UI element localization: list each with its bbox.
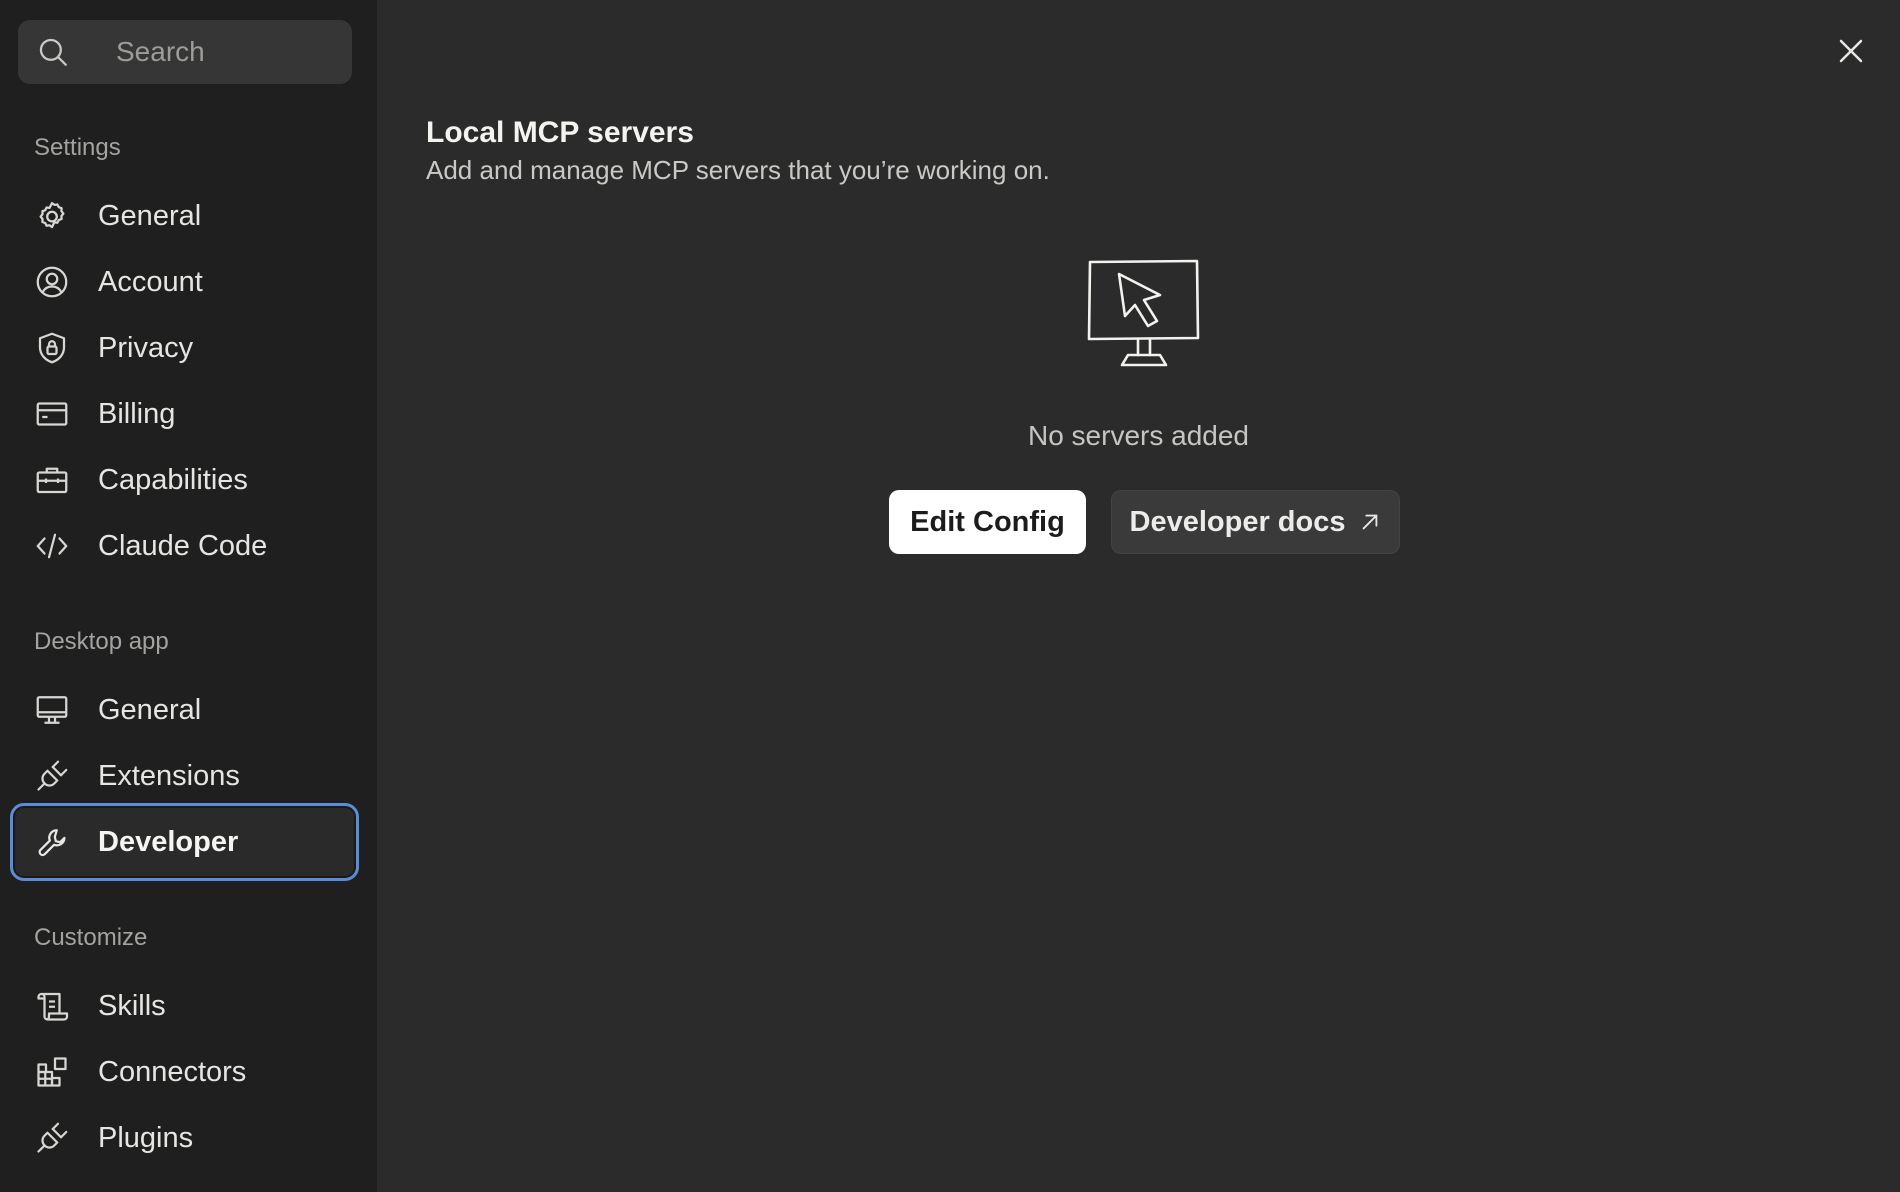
edit-config-label: Edit Config	[910, 505, 1065, 538]
search-box[interactable]	[18, 20, 352, 84]
sidebar-item-capabilities[interactable]: Capabilities	[14, 447, 358, 513]
sidebar-item-connectors[interactable]: Connectors	[14, 1039, 358, 1105]
section-label-settings: Settings	[34, 134, 121, 161]
sidebar-item-label: Connectors	[98, 1056, 247, 1088]
sidebar-item-skills[interactable]: Skills	[14, 973, 358, 1039]
sidebar-item-account[interactable]: Account	[14, 249, 358, 315]
wrench-icon	[38, 829, 66, 857]
sidebar-item-label: Skills	[98, 990, 166, 1022]
section-label-desktop-app: Desktop app	[34, 628, 169, 655]
close-icon[interactable]	[1836, 36, 1866, 66]
user-circle-icon	[36, 266, 68, 298]
credit-card-icon	[36, 402, 68, 426]
sidebar-item-label: Claude Code	[98, 530, 268, 562]
sidebar-item-privacy[interactable]: Privacy	[14, 315, 358, 381]
scroll-icon	[37, 992, 69, 1021]
sidebar-item-extensions[interactable]: Extensions	[14, 743, 358, 809]
section-label-customize: Customize	[34, 924, 148, 951]
developer-docs-button[interactable]: Developer docs	[1111, 490, 1400, 554]
sidebar-item-developer[interactable]: Developer	[10, 803, 359, 881]
sidebar-item-billing[interactable]: Billing	[14, 381, 358, 447]
sidebar-item-plugins[interactable]: Plugins	[14, 1105, 358, 1171]
plug-icon	[37, 1122, 68, 1153]
monitor-icon	[36, 696, 68, 724]
edit-config-button[interactable]: Edit Config	[889, 490, 1086, 554]
gear-icon	[39, 201, 65, 229]
empty-state-text: No servers added	[1027, 420, 1249, 451]
shield-lock-icon	[38, 332, 66, 364]
sidebar-item-desktop-general[interactable]: General	[14, 677, 358, 743]
sidebar-item-label: Account	[98, 266, 203, 298]
sidebar-item-label: Privacy	[98, 332, 194, 364]
code-icon	[36, 533, 68, 559]
blocks-icon	[37, 1057, 67, 1087]
plug-icon	[37, 760, 68, 791]
sidebar-item-label: Plugins	[98, 1122, 194, 1154]
briefcase-icon	[36, 467, 68, 494]
sidebar-item-label: General	[98, 200, 202, 232]
sidebar-item-general[interactable]: General	[14, 183, 358, 249]
page-title: Local MCP servers	[426, 116, 694, 149]
main-panel: Local MCP servers Add and manage MCP ser…	[377, 0, 1900, 1192]
developer-docs-label: Developer docs	[1129, 505, 1346, 538]
sidebar-item-label: Developer	[98, 826, 239, 858]
sidebar-item-label: Billing	[98, 398, 176, 430]
page-subtitle: Add and manage MCP servers that you’re w…	[426, 155, 1050, 185]
settings-window: Settings General Account Privacy	[0, 0, 1900, 1192]
external-link-icon	[1363, 514, 1378, 530]
sidebar: Settings General Account Privacy	[0, 0, 377, 1192]
search-icon	[39, 38, 67, 66]
sidebar-item-label: Extensions	[98, 760, 240, 792]
sidebar-item-label: Capabilities	[98, 464, 248, 496]
search-input[interactable]	[98, 20, 338, 84]
monitor-cursor-icon	[1087, 259, 1200, 367]
sidebar-item-claude-code[interactable]: Claude Code	[14, 513, 358, 579]
sidebar-item-label: General	[98, 694, 202, 726]
